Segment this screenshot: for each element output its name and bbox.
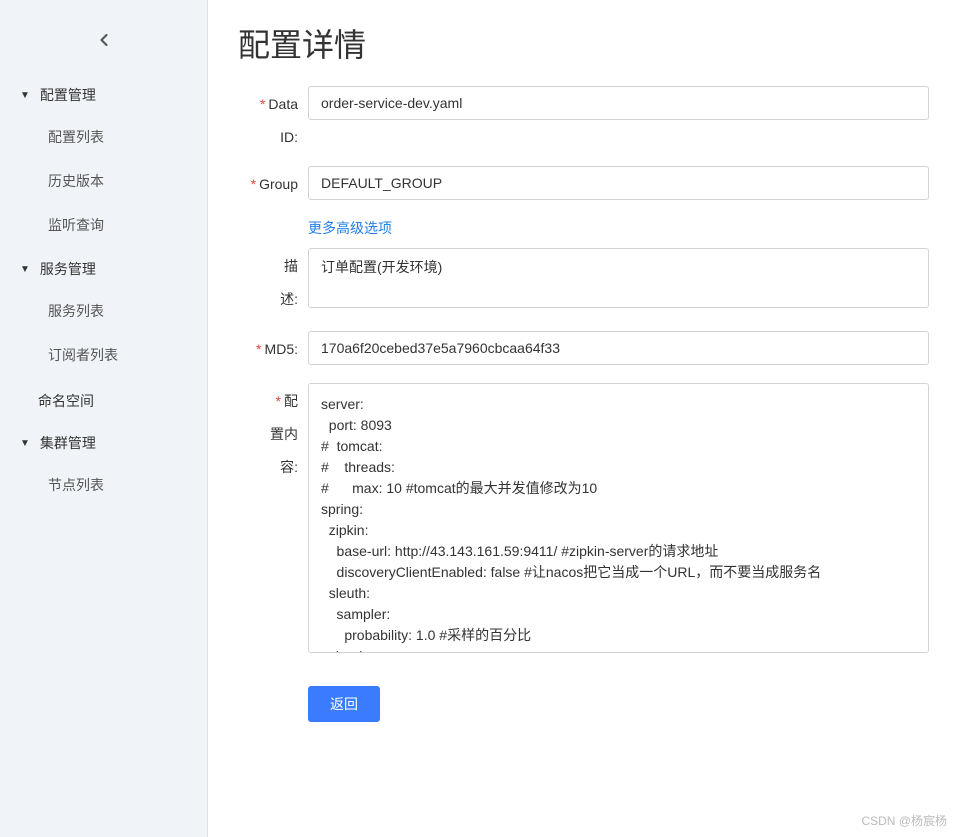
page-title: 配置详情 xyxy=(238,20,929,66)
watermark: CSDN @杨宸杨 xyxy=(861,812,947,829)
config-content-area[interactable]: server: port: 8093 # tomcat: # threads: … xyxy=(308,383,929,653)
nav-group-header-service[interactable]: ▼ 服务管理 xyxy=(0,249,207,289)
data-id-input[interactable] xyxy=(308,86,929,120)
sidebar-item-node-list[interactable]: 节点列表 xyxy=(0,463,207,507)
form-row-md5: *MD5: xyxy=(238,331,929,365)
nav-group-label: 集群管理 xyxy=(40,433,96,453)
required-mark: * xyxy=(260,96,265,112)
label-md5: *MD5: xyxy=(238,331,298,360)
sidebar-item-listener[interactable]: 监听查询 xyxy=(0,203,207,247)
back-icon-button[interactable] xyxy=(0,20,207,75)
md5-input[interactable] xyxy=(308,331,929,365)
nav-group-cluster: ▼ 集群管理 节点列表 xyxy=(0,423,207,507)
sidebar-item-service-list[interactable]: 服务列表 xyxy=(0,289,207,333)
form-row-group: *Group xyxy=(238,166,929,200)
advanced-options-link[interactable]: 更多高级选项 xyxy=(308,218,392,238)
nav-group-label: 配置管理 xyxy=(40,85,96,105)
sidebar: ▼ 配置管理 配置列表 历史版本 监听查询 ▼ 服务管理 服务列表 订阅者列表 … xyxy=(0,0,208,837)
label-description: 描 述: xyxy=(238,248,298,310)
sidebar-item-subscriber-list[interactable]: 订阅者列表 xyxy=(0,333,207,377)
required-mark: * xyxy=(256,341,261,357)
label-content: *配 置内 容: xyxy=(238,383,298,478)
form-row-data-id: *Data ID: xyxy=(238,86,929,148)
required-mark: * xyxy=(276,393,281,409)
sidebar-item-namespace[interactable]: 命名空间 xyxy=(0,379,207,423)
nav-group-header-cluster[interactable]: ▼ 集群管理 xyxy=(0,423,207,463)
required-mark: * xyxy=(251,176,256,192)
form-row-description: 描 述: 订单配置(开发环境) xyxy=(238,248,929,313)
chevron-left-icon xyxy=(94,30,114,50)
back-button[interactable]: 返回 xyxy=(308,686,380,722)
label-group: *Group xyxy=(238,166,298,195)
nav-group-header-config[interactable]: ▼ 配置管理 xyxy=(0,75,207,115)
caret-down-icon: ▼ xyxy=(20,90,30,101)
form-row-content: *配 置内 容: server: port: 8093 # tomcat: # … xyxy=(238,383,929,653)
nav-group-service: ▼ 服务管理 服务列表 订阅者列表 xyxy=(0,249,207,377)
label-data-id: *Data ID: xyxy=(238,86,298,148)
nav-group-config: ▼ 配置管理 配置列表 历史版本 监听查询 xyxy=(0,75,207,247)
nav-group-label: 服务管理 xyxy=(40,259,96,279)
caret-down-icon: ▼ xyxy=(20,264,30,275)
caret-down-icon: ▼ xyxy=(20,438,30,449)
main-content: 配置详情 *Data ID: *Group 更多高级选项 描 述: 订单配置(开… xyxy=(208,0,959,837)
sidebar-item-history[interactable]: 历史版本 xyxy=(0,159,207,203)
group-input[interactable] xyxy=(308,166,929,200)
sidebar-item-config-list[interactable]: 配置列表 xyxy=(0,115,207,159)
description-input[interactable]: 订单配置(开发环境) xyxy=(308,248,929,308)
